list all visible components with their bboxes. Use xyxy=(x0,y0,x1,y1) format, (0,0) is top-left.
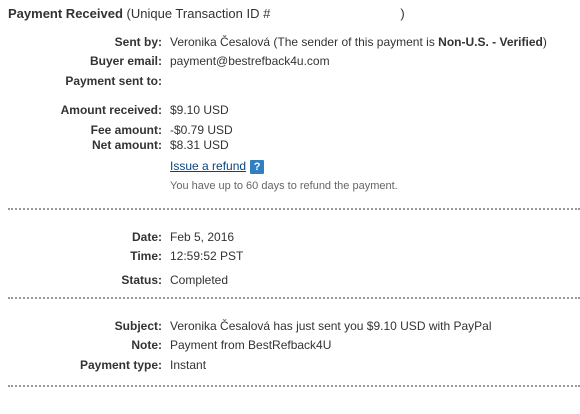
transaction-id-suffix: ) xyxy=(400,6,405,21)
status-value: Completed xyxy=(170,273,229,287)
net-amount-label: Net amount: xyxy=(92,138,162,152)
amount-received-value: $9.10 USD xyxy=(170,103,229,117)
subject-value: Veronika Česalová has just sent you $9.1… xyxy=(170,319,492,333)
note-row: Note: Payment from BestRefback4U xyxy=(0,337,580,353)
payment-sent-to-row: Payment sent to: xyxy=(0,73,580,89)
sent-by-row: Sent by: Veronika Česalová (The sender o… xyxy=(0,34,580,50)
note-label: Note: xyxy=(131,338,162,352)
sender-verification-status: Non-U.S. - Verified xyxy=(438,35,543,49)
time-row: Time: 12:59:52 PST xyxy=(0,248,580,264)
title-text: Payment Received xyxy=(8,6,123,21)
divider xyxy=(8,297,580,299)
note-value: Payment from BestRefback4U xyxy=(170,338,332,352)
refund-note: You have up to 60 days to refund the pay… xyxy=(170,180,398,192)
status-label: Status: xyxy=(121,273,162,287)
time-label: Time: xyxy=(130,249,162,263)
fee-amount-value: -$0.79 USD xyxy=(170,123,233,137)
date-row: Date: Feb 5, 2016 xyxy=(0,229,580,245)
payment-type-row: Payment type: Instant xyxy=(0,357,580,373)
status-row: Status: Completed xyxy=(0,272,580,288)
divider xyxy=(8,385,580,387)
buyer-email-value: payment@bestrefback4u.com xyxy=(170,54,330,68)
fee-amount-label: Fee amount: xyxy=(90,123,162,137)
sender-name: Veronika Česalová xyxy=(170,35,271,49)
fee-amount-row: Fee amount: -$0.79 USD xyxy=(0,122,580,138)
issue-refund-link[interactable]: Issue a refund xyxy=(170,159,246,173)
issue-refund-container: Issue a refund? xyxy=(170,158,265,174)
sender-note-pre: (The sender of this payment is xyxy=(273,35,435,49)
transaction-id-prefix: (Unique Transaction ID # xyxy=(126,6,271,21)
date-label: Date: xyxy=(131,230,162,244)
subject-label: Subject: xyxy=(114,319,162,333)
amount-received-row: Amount received: $9.10 USD xyxy=(0,102,580,118)
date-value: Feb 5, 2016 xyxy=(170,230,235,244)
payment-type-value: Instant xyxy=(170,358,207,372)
time-value: 12:59:52 PST xyxy=(170,249,244,263)
amount-received-label: Amount received: xyxy=(60,103,162,117)
divider xyxy=(8,208,580,210)
sent-by-value: Veronika Česalová (The sender of this pa… xyxy=(170,34,547,50)
net-amount-row: Net amount: $8.31 USD xyxy=(0,137,580,153)
page-title: Payment Received (Unique Transaction ID … xyxy=(8,6,405,21)
payment-sent-to-label: Payment sent to: xyxy=(65,74,162,88)
payment-type-label: Payment type: xyxy=(79,358,162,372)
net-amount-value: $8.31 USD xyxy=(170,138,229,152)
buyer-email-label: Buyer email: xyxy=(89,54,162,68)
issue-refund-row: Issue a refund? xyxy=(0,158,580,174)
buyer-email-row: Buyer email: payment@bestrefback4u.com xyxy=(0,53,580,69)
sent-by-label: Sent by: xyxy=(114,35,162,49)
subject-row: Subject: Veronika Česalová has just sent… xyxy=(0,318,580,334)
sender-note-post: ) xyxy=(542,35,547,49)
help-icon[interactable]: ? xyxy=(250,159,265,174)
